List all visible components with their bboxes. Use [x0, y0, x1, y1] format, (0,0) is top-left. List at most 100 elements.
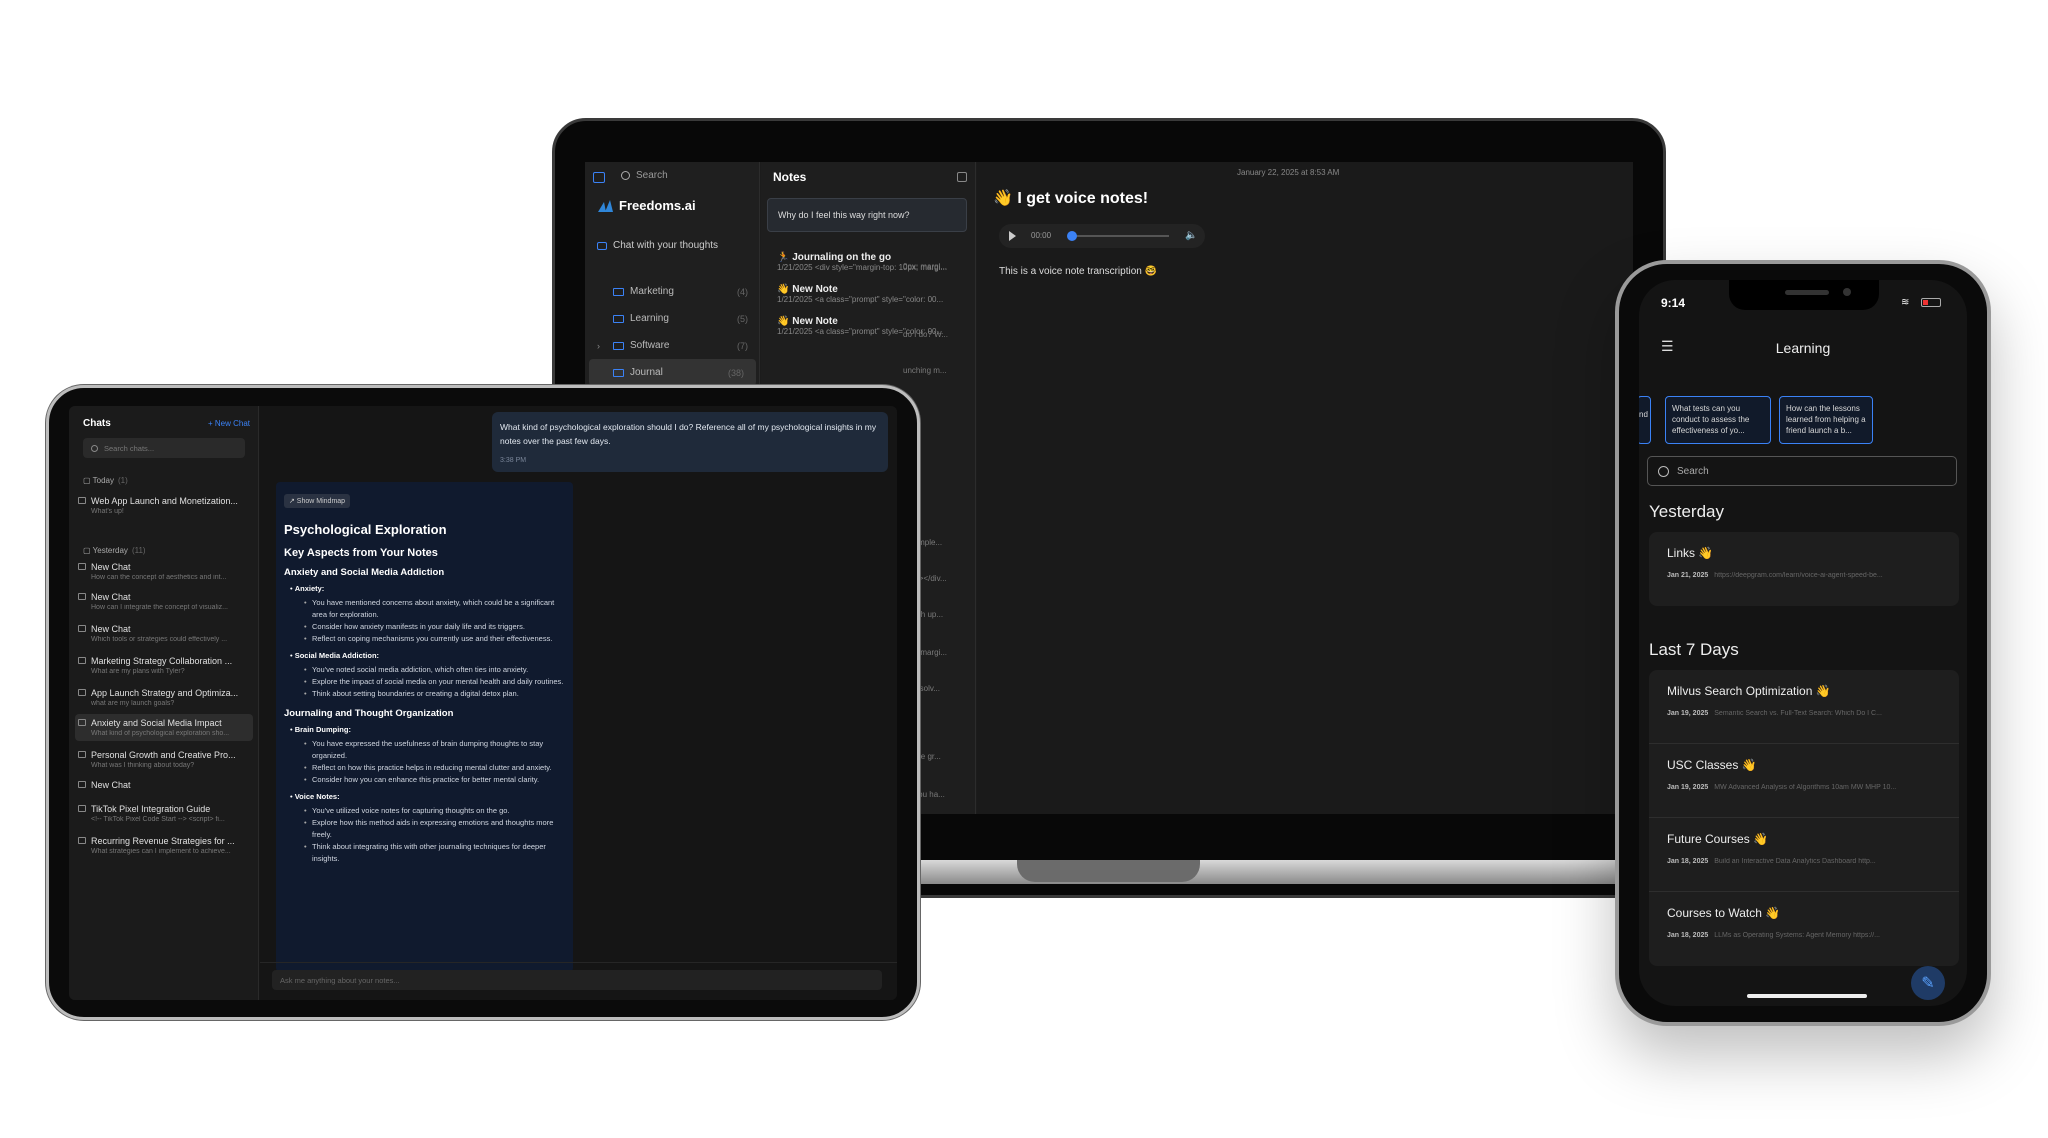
chat-bubble-icon: [78, 751, 86, 758]
section-yesterday: Yesterday: [1649, 502, 1724, 521]
page-title: Learning: [1775, 340, 1831, 356]
chat-item[interactable]: New Chat Which tools or strategies could …: [75, 620, 253, 647]
note-items: 🏃 Journaling on the go 1/21/2025 <div sty…: [761, 246, 976, 342]
sidebar-toggle-icon[interactable]: [593, 172, 605, 183]
status-time: 9:14: [1661, 296, 1686, 310]
phone-frame: 9:14 ≋ ☰ Learning nd What tests can you …: [1615, 260, 1991, 1026]
audio-track[interactable]: [1069, 235, 1169, 237]
volume-icon[interactable]: 🔈: [1185, 230, 1197, 241]
bullet-item: You have expressed the usefulness of bra…: [304, 738, 565, 762]
folder-icon: [613, 341, 624, 350]
chat-title: Personal Growth and Creative Pro...: [91, 750, 236, 760]
chat-preview: How can I integrate the concept of visua…: [91, 604, 228, 611]
section-heading: Anxiety and Social Media Addiction: [284, 567, 445, 578]
chat-preview: Which tools or strategies could effectiv…: [91, 636, 228, 643]
wifi-icon: ≋: [1901, 297, 1910, 308]
bullet-item: You have mentioned concerns about anxiet…: [304, 597, 565, 621]
note-meta: Jan 21, 2025 https://deepgram.com/learn/v…: [1667, 572, 1957, 579]
show-mindmap-button[interactable]: ↗ Show Mindmap: [284, 494, 351, 508]
chat-item[interactable]: New Chat How can the concept of aesthetic…: [75, 558, 253, 585]
audio-time: 00:00: [1031, 231, 1052, 240]
suggestion-chip[interactable]: How can the lessons learned from helping…: [1779, 396, 1873, 444]
speaker-icon: [1785, 290, 1829, 295]
chat-preview: what are my launch goals?: [91, 700, 175, 707]
bullet-item: You've utilized voice notes for capturin…: [304, 805, 565, 817]
chat-title: Marketing Strategy Collaboration ...: [91, 656, 233, 666]
bullet-heading: • Brain Dumping:: [290, 725, 351, 734]
compose-note-button[interactable]: ✎: [1911, 966, 1945, 1000]
group-today[interactable]: ▢ Today (1): [83, 476, 128, 485]
chat-item[interactable]: Web App Launch and Monetization... What's…: [75, 492, 253, 519]
note-snippet: Semantic Search vs. Full-Text Search: Wh…: [1714, 710, 1882, 717]
bullet-item: Reflect on how this practice helps in re…: [304, 762, 565, 774]
note-title[interactable]: 👋 I get voice notes!: [993, 188, 1148, 208]
note-meta: Jan 18, 2025 LLMs as Operating Systems: A…: [1667, 932, 1957, 939]
chevron-right-icon[interactable]: ›: [597, 341, 600, 351]
chat-title: TikTok Pixel Integration Guide: [91, 804, 211, 814]
chat-with-thoughts-link[interactable]: Chat with your thoughts: [597, 240, 718, 251]
chat-bubble-icon: [78, 837, 86, 844]
note-row[interactable]: Future Courses 👋 Jan 18, 2025 Build an Int…: [1649, 818, 1959, 892]
search-input[interactable]: Search: [1647, 456, 1957, 486]
folder-learning[interactable]: Learning (5): [585, 305, 760, 332]
chat-title: New Chat: [91, 780, 131, 790]
note-snippet: MW Advanced Analysis of Algorithms 10am …: [1714, 784, 1897, 791]
search-placeholder: Search: [1677, 465, 1709, 477]
note-date: Jan 18, 2025: [1667, 858, 1709, 865]
notes-title: Notes: [773, 170, 807, 184]
suggestion-chip[interactable]: What tests can you conduct to assess the…: [1665, 396, 1771, 444]
bullet-item: You've noted social media addiction, whi…: [304, 664, 565, 676]
folder-list: Marketing (4) Learning (5) › Software (7) Jo…: [585, 278, 760, 386]
search-box[interactable]: Search: [621, 170, 668, 181]
folder-journal[interactable]: Journal (38): [589, 359, 756, 386]
response-title: Psychological Exploration: [284, 522, 447, 537]
note-title: USC Classes 👋: [1667, 758, 1757, 772]
chat-item[interactable]: Marketing Strategy Collaboration ... What…: [75, 652, 253, 679]
note-meta: Jan 19, 2025 MW Advanced Analysis of Algo…: [1667, 784, 1957, 791]
chat-bubble-icon: [78, 781, 86, 788]
chat-bubble-icon: [78, 593, 86, 600]
group-count: (1): [118, 476, 128, 485]
note-row[interactable]: Links 👋 Jan 21, 2025 https://deepgram.com/…: [1649, 532, 1959, 606]
play-icon[interactable]: [1009, 231, 1016, 241]
audio-scrubber[interactable]: [1067, 231, 1077, 241]
note-title: Milvus Search Optimization 👋: [1667, 684, 1831, 698]
chat-item[interactable]: TikTok Pixel Integration Guide <!-- TikTo…: [75, 800, 253, 827]
bullet-label: Anxiety:: [294, 584, 325, 593]
chat-input[interactable]: Ask me anything about your notes...: [272, 970, 882, 990]
folder-marketing[interactable]: Marketing (4): [585, 278, 760, 305]
note-row[interactable]: USC Classes 👋 Jan 19, 2025 MW Advanced Ana…: [1649, 744, 1959, 818]
camera-icon: [1843, 288, 1851, 296]
bullet-list: You have expressed the usefulness of bra…: [304, 738, 565, 786]
chat-item[interactable]: App Launch Strategy and Optimiza... what …: [75, 684, 253, 711]
note-row[interactable]: Milvus Search Optimization 👋 Jan 19, 2025…: [1649, 670, 1959, 744]
pencil-icon: ✎: [1921, 975, 1935, 992]
search-placeholder: Search chats...: [104, 443, 155, 453]
group-yesterday[interactable]: ▢ Yesterday (11): [83, 546, 146, 555]
suggestion-chip[interactable]: nd: [1639, 396, 1651, 444]
chat-bubble-icon: [78, 719, 86, 726]
chat-item[interactable]: Recurring Revenue Strategies for ... What…: [75, 832, 253, 859]
question-card[interactable]: Why do I feel this way right now?: [767, 198, 967, 232]
chat-item[interactable]: Personal Growth and Creative Pro... What …: [75, 746, 253, 773]
note-item[interactable]: 👋 New Note 1/21/2025 <a class="prompt" st…: [761, 278, 976, 310]
note-date: Jan 18, 2025: [1667, 932, 1709, 939]
folder-count: (5): [737, 313, 748, 324]
bullet-item: Reflect on coping mechanisms you current…: [304, 633, 565, 645]
chat-item[interactable]: Anxiety and Social Media Impact What kind…: [75, 714, 253, 741]
new-chat-button[interactable]: + New Chat: [208, 419, 250, 428]
folder-icon: [613, 287, 624, 296]
chat-title: New Chat: [91, 592, 131, 602]
note-meta: Jan 18, 2025 Build an Interactive Data An…: [1667, 858, 1957, 865]
note-row[interactable]: Courses to Watch 👋 Jan 18, 2025 LLMs as Op…: [1649, 892, 1959, 966]
chat-item[interactable]: New Chat: [75, 776, 253, 796]
search-chats-input[interactable]: Search chats...: [83, 438, 245, 458]
note-title: Links 👋: [1667, 546, 1714, 560]
chat-bubble-icon: [78, 689, 86, 696]
response-subtitle: Key Aspects from Your Notes: [284, 547, 438, 559]
chat-preview: What was I thinking about today?: [91, 762, 195, 769]
chat-item[interactable]: New Chat How can I integrate the concept …: [75, 588, 253, 615]
note-body[interactable]: This is a voice note transcription 🤓: [999, 266, 1157, 277]
folder-software[interactable]: › Software (7): [585, 332, 760, 359]
compose-icon[interactable]: [957, 172, 967, 182]
